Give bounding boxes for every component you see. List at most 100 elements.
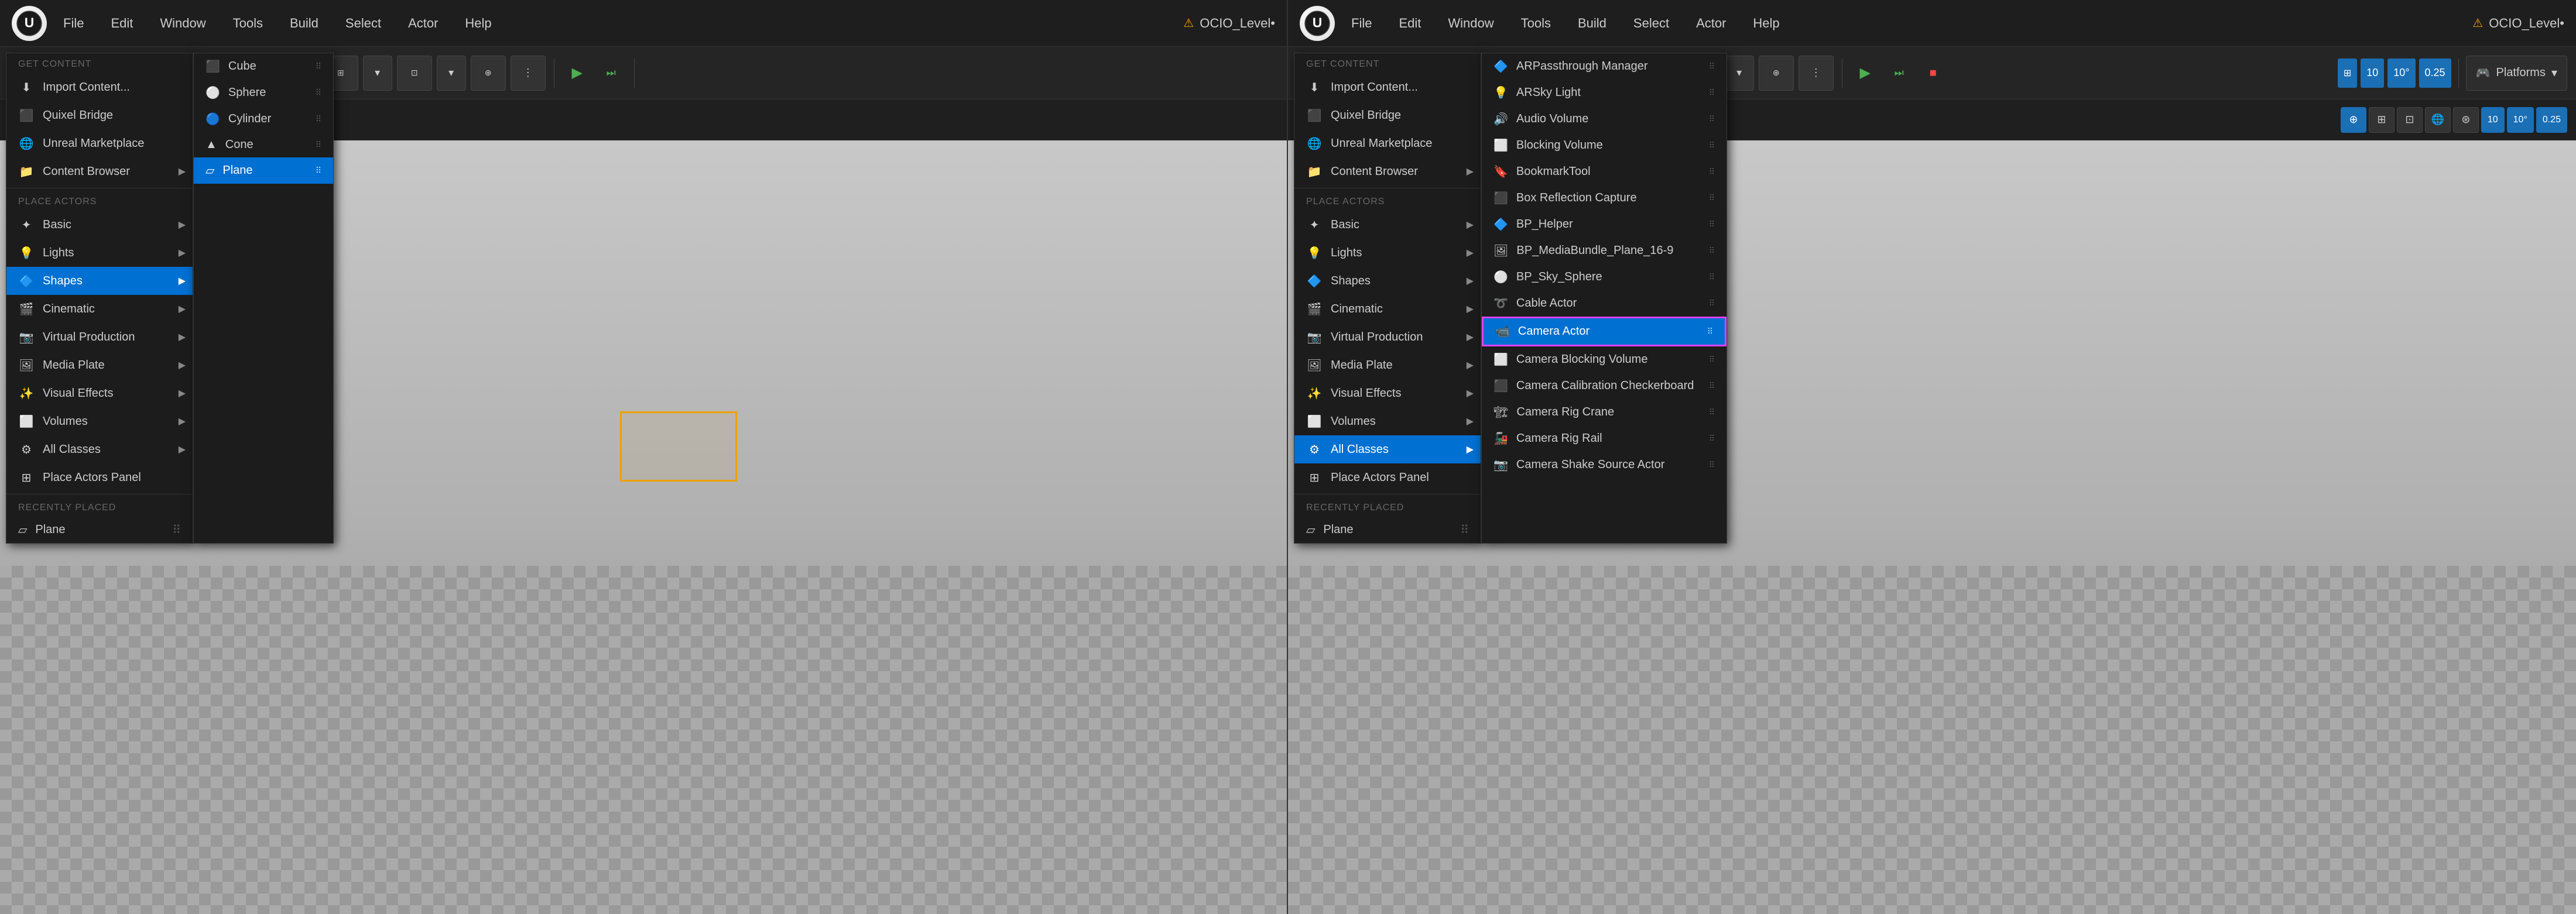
vp-snap-1[interactable]: ⊕ — [2341, 107, 2366, 133]
unreal-marketplace-left[interactable]: 🌐 Unreal Marketplace — [6, 129, 193, 157]
basic-right[interactable]: ✦ Basic ▶ — [1294, 211, 1481, 239]
snap-rotation-left[interactable]: ⊡ — [397, 56, 432, 91]
place-actors-panel-icon-left: ⊞ — [18, 469, 35, 486]
audio-volume-item[interactable]: 🔊 Audio Volume ⠿ — [1482, 106, 1727, 132]
sphere-item-left[interactable]: ⚪ Sphere ⠿ — [194, 80, 333, 106]
bp-sky-sphere-item[interactable]: ⚪ BP_Sky_Sphere ⠿ — [1482, 264, 1727, 290]
lights-right[interactable]: 💡 Lights ▶ — [1294, 239, 1481, 267]
quixel-bridge-left[interactable]: ⬛ Quixel Bridge — [6, 101, 193, 129]
quixel-bridge-right[interactable]: ⬛ Quixel Bridge — [1294, 101, 1481, 129]
menu-tools-right[interactable]: Tools — [1516, 13, 1556, 33]
plane-drag-right: ⠿ — [1460, 523, 1469, 537]
content-browser-right[interactable]: 📁 Content Browser ▶ — [1294, 157, 1481, 185]
right-menu-bar: File Edit Window Tools Build Select Acto… — [1347, 13, 2461, 33]
menu-file-left[interactable]: File — [59, 13, 88, 33]
place-actors-panel-right[interactable]: ⊞ Place Actors Panel — [1294, 463, 1481, 492]
import-content-right[interactable]: ⬇ Import Content... — [1294, 73, 1481, 101]
vp-snap-3[interactable]: ⊡ — [2397, 107, 2423, 133]
play-button-right[interactable]: ▶ — [1851, 59, 1880, 88]
vp-scale-val[interactable]: 0.25 — [2536, 107, 2567, 133]
snap-rotation-value-right[interactable]: 10° — [2387, 59, 2415, 88]
menu-file-right[interactable]: File — [1347, 13, 1376, 33]
all-classes-icon-left: ⚙ — [18, 441, 35, 458]
virtual-production-left[interactable]: 📷 Virtual Production ▶ — [6, 323, 193, 351]
snap-translate-btn-right[interactable]: ⊞ — [2338, 59, 2357, 88]
lights-arrow-left: ▶ — [179, 247, 186, 259]
arpassthrough-item[interactable]: 🔷 ARPassthrough Manager ⠿ — [1482, 53, 1727, 80]
snap-cursor-left[interactable]: ⊕ — [471, 56, 506, 91]
snap-cursor-right[interactable]: ⊕ — [1759, 56, 1794, 91]
shapes-arrow-left: ▶ — [179, 275, 186, 287]
menu-edit-left[interactable]: Edit — [106, 13, 138, 33]
plane-item-left[interactable]: ▱ Plane ⠿ — [194, 157, 333, 184]
vp-snap-2[interactable]: ⊞ — [2369, 107, 2395, 133]
cone-item-left[interactable]: ▲ Cone ⠿ — [194, 132, 333, 157]
volumes-left[interactable]: ⬜ Volumes ▶ — [6, 407, 193, 435]
blocking-volume-item[interactable]: ⬜ Blocking Volume ⠿ — [1482, 132, 1727, 159]
snap-dropdown-left[interactable]: ▾ — [363, 56, 392, 91]
lights-left[interactable]: 💡 Lights ▶ — [6, 239, 193, 267]
snap-rotation-dropdown-left[interactable]: ▾ — [437, 56, 466, 91]
plane-recent-left[interactable]: ▱ Plane ⠿ — [6, 517, 193, 543]
content-browser-left[interactable]: 📁 Content Browser ▶ — [6, 157, 193, 185]
menu-build-left[interactable]: Build — [285, 13, 323, 33]
menu-actor-right[interactable]: Actor — [1691, 13, 1731, 33]
visual-effects-left[interactable]: ✨ Visual Effects ▶ — [6, 379, 193, 407]
right-dropdown-menu: GET CONTENT ⬇ Import Content... ⬛ Quixel… — [1294, 53, 1481, 544]
shapes-right[interactable]: 🔷 Shapes ▶ — [1294, 267, 1481, 295]
plane-recent-right[interactable]: ▱ Plane ⠿ — [1294, 517, 1481, 543]
media-plate-right[interactable]: 🖼 Media Plate ▶ — [1294, 351, 1481, 379]
bp-helper-item[interactable]: 🔷 BP_Helper ⠿ — [1482, 211, 1727, 238]
snap-rotation-dropdown-right[interactable]: ▾ — [1725, 56, 1754, 91]
more-options-left[interactable]: ⋮ — [511, 56, 546, 91]
snap-grid-value-right[interactable]: 10 — [2361, 59, 2384, 88]
cube-item-left[interactable]: ⬛ Cube ⠿ — [194, 53, 333, 80]
menu-help-right[interactable]: Help — [1748, 13, 1784, 33]
platforms-button-right[interactable]: 🎮 Platforms ▾ — [2466, 56, 2567, 91]
camera-rig-rail-item[interactable]: 🚂 Camera Rig Rail ⠿ — [1482, 425, 1727, 452]
bp-mediabundle-item[interactable]: 🖼 BP_MediaBundle_Plane_16-9 ⠿ — [1482, 238, 1727, 264]
camera-actor-item[interactable]: 📹 Camera Actor ⠿ — [1482, 317, 1727, 346]
box-reflection-item[interactable]: ⬛ Box Reflection Capture ⠿ — [1482, 185, 1727, 211]
camera-shake-source-item[interactable]: 📷 Camera Shake Source Actor ⠿ — [1482, 452, 1727, 478]
vp-snap-4[interactable]: 🌐 — [2425, 107, 2451, 133]
cinematic-right[interactable]: 🎬 Cinematic ▶ — [1294, 295, 1481, 323]
cinematic-left[interactable]: 🎬 Cinematic ▶ — [6, 295, 193, 323]
menu-edit-right[interactable]: Edit — [1394, 13, 1426, 33]
menu-window-right[interactable]: Window — [1443, 13, 1498, 33]
menu-tools-left[interactable]: Tools — [228, 13, 268, 33]
virtual-production-right[interactable]: 📷 Virtual Production ▶ — [1294, 323, 1481, 351]
camera-calibration-item[interactable]: ⬛ Camera Calibration Checkerboard ⠿ — [1482, 373, 1727, 399]
place-actors-panel-left[interactable]: ⊞ Place Actors Panel — [6, 463, 193, 492]
bookmark-item[interactable]: 🔖 BookmarkTool ⠿ — [1482, 159, 1727, 185]
all-classes-right[interactable]: ⚙ All Classes ▶ — [1294, 435, 1481, 463]
shapes-left[interactable]: 🔷 Shapes ▶ — [6, 267, 193, 295]
cylinder-item-left[interactable]: 🔵 Cylinder ⠿ — [194, 106, 333, 132]
vp-rot-val[interactable]: 10° — [2507, 107, 2534, 133]
snap-scale-value-right[interactable]: 0.25 — [2419, 59, 2451, 88]
arsky-item[interactable]: 💡 ARSky Light ⠿ — [1482, 80, 1727, 106]
menu-actor-left[interactable]: Actor — [403, 13, 443, 33]
camera-blocking-item[interactable]: ⬜ Camera Blocking Volume ⠿ — [1482, 346, 1727, 373]
camera-rig-crane-item[interactable]: 🏗 Camera Rig Crane ⠿ — [1482, 399, 1727, 425]
volumes-right[interactable]: ⬜ Volumes ▶ — [1294, 407, 1481, 435]
menu-window-left[interactable]: Window — [155, 13, 210, 33]
stop-button-right[interactable]: ⏹ — [1919, 59, 1948, 88]
all-classes-left[interactable]: ⚙ All Classes ▶ — [6, 435, 193, 463]
visual-effects-right[interactable]: ✨ Visual Effects ▶ — [1294, 379, 1481, 407]
cable-actor-item[interactable]: ➰ Cable Actor ⠿ — [1482, 290, 1727, 317]
menu-select-right[interactable]: Select — [1629, 13, 1674, 33]
play-button-left[interactable]: ▶ — [563, 59, 592, 88]
vp-snap-5[interactable]: ⊛ — [2453, 107, 2479, 133]
more-options-right[interactable]: ⋮ — [1799, 56, 1834, 91]
play-next-left[interactable]: ⏭ — [597, 59, 626, 88]
menu-select-left[interactable]: Select — [341, 13, 386, 33]
menu-build-right[interactable]: Build — [1573, 13, 1611, 33]
play-next-right[interactable]: ⏭ — [1885, 59, 1914, 88]
basic-left[interactable]: ✦ Basic ▶ — [6, 211, 193, 239]
menu-help-left[interactable]: Help — [460, 13, 496, 33]
unreal-marketplace-right[interactable]: 🌐 Unreal Marketplace — [1294, 129, 1481, 157]
import-content-left[interactable]: ⬇ Import Content... — [6, 73, 193, 101]
vp-grid-val[interactable]: 10 — [2481, 107, 2505, 133]
media-plate-left[interactable]: 🖼 Media Plate ▶ — [6, 351, 193, 379]
